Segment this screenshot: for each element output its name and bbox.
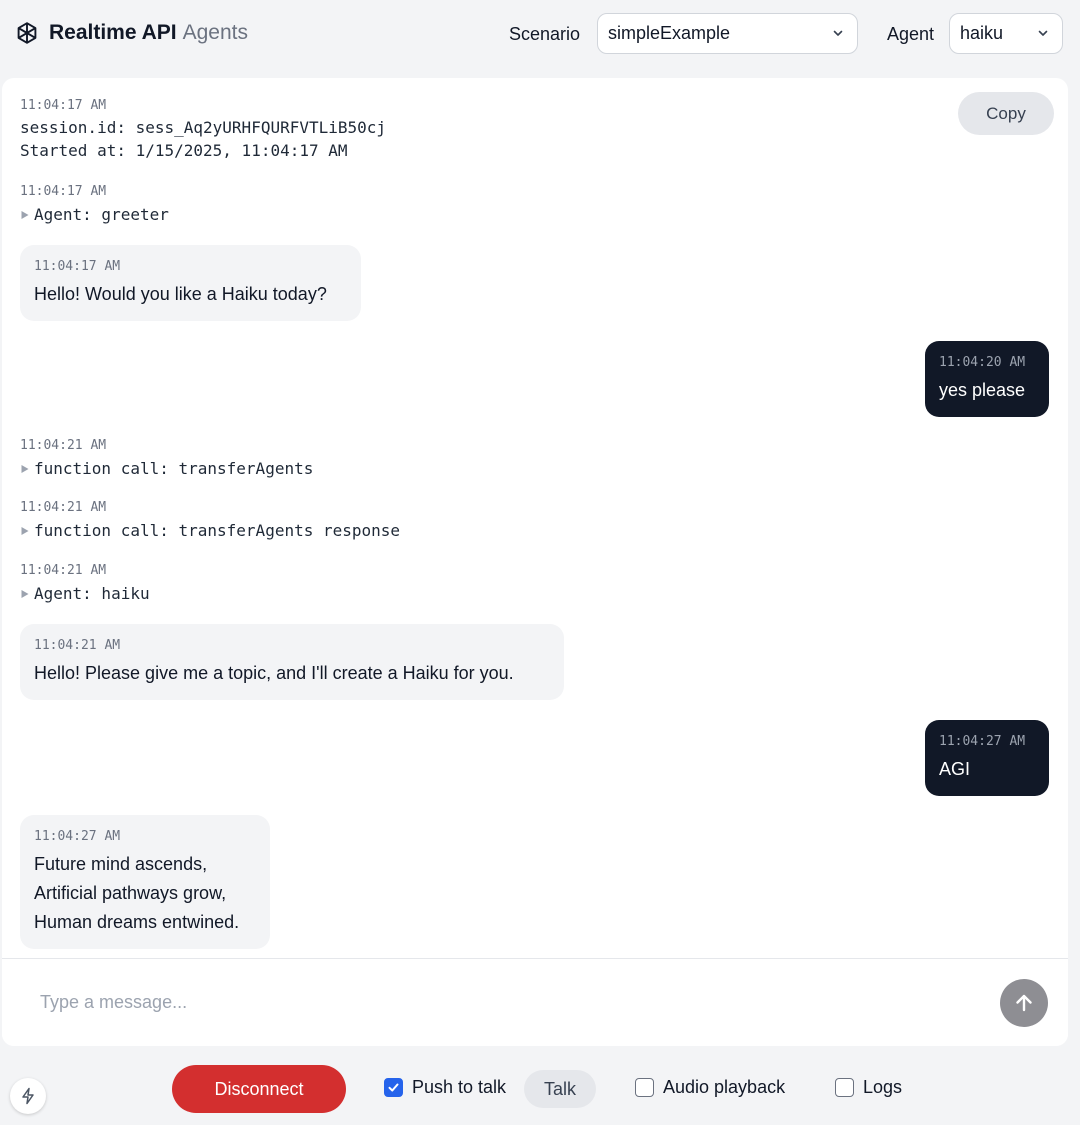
timestamp: 11:04:21 AM	[20, 563, 107, 578]
timestamp: 11:04:17 AM	[20, 98, 107, 113]
event-label: Agent: greeter	[34, 205, 169, 224]
event-row: 11:04:21 AM function call: transferAgent…	[20, 438, 313, 480]
logs-label: Logs	[863, 1077, 903, 1097]
message-text: Hello! Please give me a topic, and I'll …	[34, 663, 514, 683]
agent-select-value: haiku	[960, 23, 1004, 43]
caret-right-icon	[21, 210, 29, 219]
session-started: Started at: 1/15/2025, 11:04:17 AM	[20, 141, 348, 160]
scenario-select[interactable]: simpleExample	[597, 13, 858, 54]
disconnect-button[interactable]: Disconnect	[172, 1065, 346, 1113]
message-text-line: Human dreams entwined.	[34, 912, 240, 932]
logs-toggle[interactable]: Logs	[835, 1077, 902, 1098]
event-label: Agent: haiku	[34, 584, 150, 603]
chevron-down-icon	[833, 30, 843, 36]
bolt-button[interactable]	[10, 1078, 46, 1114]
event-label: function call: transferAgents	[34, 459, 314, 478]
timestamp: 11:04:21 AM	[20, 500, 107, 515]
user-message: 11:04:27 AM AGI	[925, 720, 1049, 796]
message-input[interactable]	[26, 979, 966, 1025]
checkmark-icon	[388, 1083, 399, 1092]
event-toggle[interactable]: function call: transferAgents	[20, 457, 313, 480]
bottom-toolbar: Disconnect Push to talk Talk Audio playb…	[0, 1046, 1080, 1125]
audio-playback-toggle[interactable]: Audio playback	[635, 1077, 785, 1098]
transcript-panel: Copy 11:04:17 AM session.id: sess_Aq2yUR…	[2, 78, 1068, 1046]
logs-checkbox[interactable]	[835, 1078, 854, 1097]
user-message: 11:04:20 AM yes please	[925, 341, 1049, 417]
message-text-line: Future mind ascends,	[34, 854, 208, 874]
assistant-message: 11:04:17 AM Hello! Would you like a Haik…	[20, 245, 361, 321]
arrow-up-icon	[1016, 994, 1032, 1012]
message-text: yes please	[939, 380, 1026, 400]
app-subtitle: Agents	[182, 21, 248, 44]
assistant-message: 11:04:21 AM Hello! Please give me a topi…	[20, 624, 564, 700]
caret-right-icon	[21, 526, 29, 535]
brand: Realtime API Agents	[14, 20, 248, 46]
event-row: 11:04:21 AM Agent: haiku	[20, 563, 150, 605]
message-text: AGI	[939, 759, 971, 779]
message-timestamp: 11:04:27 AM	[939, 734, 1026, 749]
event-toggle[interactable]: function call: transferAgents response	[20, 519, 400, 542]
chevron-down-icon	[1038, 30, 1048, 36]
audio-playback-checkbox[interactable]	[635, 1078, 654, 1097]
push-to-talk-toggle[interactable]: Push to talk	[384, 1077, 506, 1098]
caret-right-icon	[21, 589, 29, 598]
top-bar: Realtime API Agents Scenario simpleExamp…	[0, 0, 1080, 68]
push-to-talk-label: Push to talk	[412, 1077, 507, 1097]
app-title: Realtime API	[49, 21, 177, 44]
composer	[2, 958, 1068, 1046]
caret-right-icon	[21, 464, 29, 473]
scenario-select-value: simpleExample	[608, 23, 731, 43]
message-timestamp: 11:04:27 AM	[34, 829, 121, 844]
session-info: 11:04:17 AM session.id: sess_Aq2yURHFQUR…	[20, 98, 386, 162]
push-to-talk-checkbox[interactable]	[384, 1078, 403, 1097]
event-label: function call: transferAgents response	[34, 521, 401, 540]
session-id: session.id: sess_Aq2yURHFQURFVTLiB50cj	[20, 118, 387, 137]
agent-select[interactable]: haiku	[949, 13, 1063, 54]
message-timestamp: 11:04:17 AM	[34, 259, 121, 274]
audio-playback-label: Audio playback	[663, 1077, 786, 1097]
event-row: 11:04:21 AM function call: transferAgent…	[20, 500, 400, 542]
message-timestamp: 11:04:21 AM	[34, 638, 121, 653]
event-toggle[interactable]: Agent: greeter	[20, 203, 169, 226]
timestamp: 11:04:21 AM	[20, 438, 107, 453]
event-toggle[interactable]: Agent: haiku	[20, 582, 150, 605]
talk-button[interactable]: Talk	[524, 1070, 596, 1108]
timestamp: 11:04:17 AM	[20, 184, 107, 199]
assistant-message: 11:04:27 AM Future mind ascends, Artific…	[20, 815, 270, 949]
openai-logo-icon	[17, 22, 37, 44]
event-row: 11:04:17 AM Agent: greeter	[20, 184, 169, 226]
message-text: Hello! Would you like a Haiku today?	[34, 284, 327, 304]
bolt-icon	[22, 1087, 34, 1105]
agent-label: Agent	[887, 24, 935, 44]
message-timestamp: 11:04:20 AM	[939, 355, 1026, 370]
message-text-line: Artificial pathways grow,	[34, 883, 227, 903]
send-button[interactable]	[1000, 979, 1048, 1027]
copy-button[interactable]: Copy	[958, 92, 1054, 135]
scenario-label: Scenario	[509, 24, 581, 44]
